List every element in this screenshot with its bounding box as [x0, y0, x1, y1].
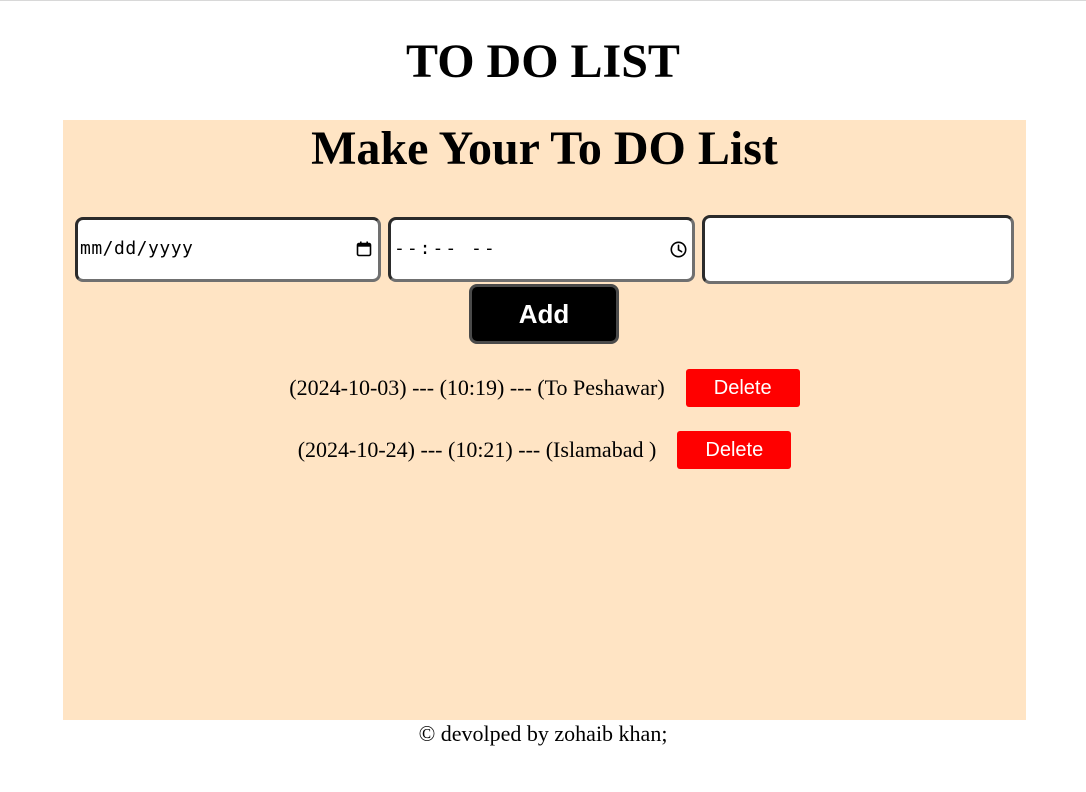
page-title: TO DO LIST [406, 35, 680, 88]
todo-panel: Make Your To DO List mm/dd/yyyy --:-- --… [63, 120, 1026, 720]
time-placeholder: --:-- -- [394, 238, 497, 259]
todo-item-text: (2024-10-24) --- (10:21) --- (Islamabad … [297, 437, 657, 462]
delete-button[interactable]: Delete [677, 431, 792, 469]
date-input[interactable]: mm/dd/yyyy [75, 217, 381, 282]
add-button[interactable]: Add [469, 284, 619, 344]
calendar-icon[interactable] [355, 240, 373, 258]
todo-item: (2024-10-03) --- (10:19) --- (To Peshawa… [63, 369, 1026, 407]
delete-button[interactable]: Delete [685, 369, 800, 407]
date-placeholder: mm/dd/yyyy [80, 238, 194, 259]
task-input[interactable] [705, 218, 1011, 281]
time-input[interactable]: --:-- -- [388, 217, 695, 282]
todo-item-text: (2024-10-03) --- (10:19) --- (To Peshawa… [289, 375, 665, 400]
footer-credit: © devolped by zohaib khan; [418, 721, 668, 746]
panel-title: Make Your To DO List [311, 122, 778, 175]
task-text-field[interactable] [702, 215, 1014, 284]
todo-item: (2024-10-24) --- (10:21) --- (Islamabad … [63, 431, 1026, 469]
clock-icon[interactable] [669, 240, 687, 258]
